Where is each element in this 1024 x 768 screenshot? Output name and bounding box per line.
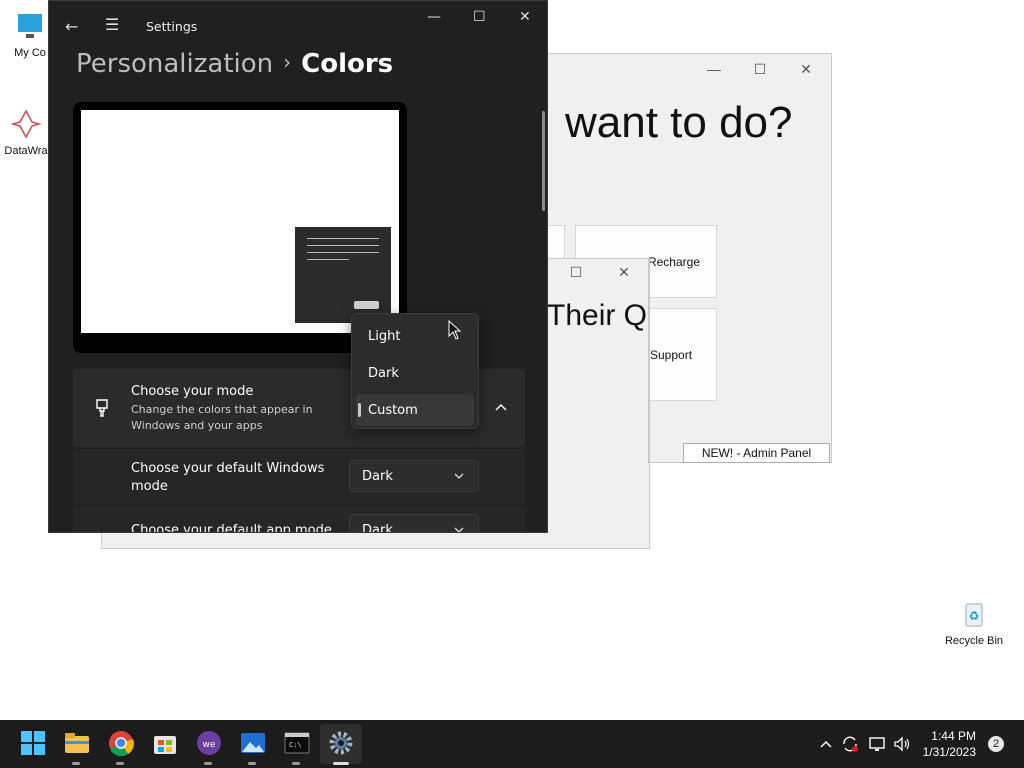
desktop-icon-recycle-bin[interactable]: ♻ Recycle Bin bbox=[942, 598, 1006, 647]
clock-date: 1/31/2023 bbox=[922, 745, 976, 759]
webex-icon[interactable]: we bbox=[196, 730, 222, 756]
chevron-up-icon[interactable] bbox=[816, 734, 836, 754]
chrome-icon[interactable] bbox=[108, 730, 134, 756]
choose-mode-subtitle: Change the colors that appear in Windows… bbox=[131, 403, 313, 432]
window-controls: ☐ ✕ bbox=[565, 259, 649, 285]
mode-option-dark[interactable]: Dark bbox=[356, 357, 474, 389]
minimize-icon[interactable]: — bbox=[427, 9, 441, 25]
back-arrow-icon[interactable]: ← bbox=[65, 17, 78, 36]
paint-brush-icon bbox=[96, 399, 108, 417]
breadcrumb-personalization[interactable]: Personalization bbox=[76, 49, 273, 79]
running-indicator bbox=[204, 762, 212, 765]
monitor-icon bbox=[18, 14, 42, 38]
preview-window bbox=[295, 227, 391, 323]
notification-badge[interactable]: 2 bbox=[988, 736, 1004, 752]
minimize-icon[interactable]: — bbox=[703, 61, 725, 77]
running-indicator bbox=[116, 762, 124, 765]
window-controls: — ☐ ✕ bbox=[703, 54, 831, 84]
close-icon[interactable]: ✕ bbox=[519, 9, 531, 25]
start-windows-icon[interactable] bbox=[20, 730, 46, 756]
terminal-icon[interactable]: C:\ bbox=[284, 730, 310, 756]
recycle-bin-icon: ♻ bbox=[965, 603, 983, 627]
windows-mode-title: Choose your default Windows mode bbox=[131, 461, 325, 494]
running-indicator bbox=[292, 762, 300, 765]
datawrapper-icon bbox=[10, 109, 42, 139]
close-icon[interactable]: ✕ bbox=[795, 61, 817, 78]
windows-mode-row: Choose your default Windows mode Dark bbox=[73, 449, 525, 504]
choose-mode-title: Choose your mode bbox=[131, 384, 254, 399]
mode-option-custom[interactable]: Custom bbox=[356, 394, 474, 426]
support-button[interactable]: Support bbox=[649, 308, 717, 401]
running-indicator bbox=[248, 762, 256, 765]
breadcrumb-separator: › bbox=[283, 50, 292, 74]
chevron-down-icon bbox=[454, 473, 464, 479]
windows-mode-value: Dark bbox=[362, 468, 393, 484]
maximize-icon[interactable]: ☐ bbox=[749, 61, 771, 78]
breadcrumb: Personalization › Colors bbox=[76, 49, 393, 79]
app-mode-title: Choose your default app mode bbox=[131, 523, 332, 533]
recharge-label: Recharge bbox=[647, 254, 700, 269]
maximize-icon[interactable]: ☐ bbox=[473, 9, 486, 25]
dialog-edge bbox=[648, 258, 649, 463]
running-indicator-active bbox=[333, 762, 349, 765]
hamburger-menu-icon[interactable]: ☰ bbox=[105, 15, 119, 34]
taskbar: we C:\ 1:44 PM 1/31/2023 2 bbox=[0, 720, 1024, 768]
mode-option-label: Light bbox=[368, 328, 401, 344]
chevron-down-icon bbox=[454, 527, 464, 532]
clock-time: 1:44 PM bbox=[931, 729, 976, 743]
mode-option-label: Dark bbox=[368, 365, 399, 381]
app-mode-value: Dark bbox=[362, 522, 393, 533]
settings-gear-icon[interactable] bbox=[328, 730, 354, 756]
system-clock[interactable]: 1:44 PM 1/31/2023 bbox=[923, 728, 976, 760]
windows-mode-dropdown[interactable]: Dark bbox=[349, 460, 479, 492]
mode-option-label: Custom bbox=[368, 402, 418, 418]
network-icon[interactable] bbox=[868, 734, 888, 754]
app-mode-row: Choose your default app mode Dark bbox=[73, 506, 525, 533]
support-label: Support bbox=[650, 347, 693, 362]
app-title: Settings bbox=[146, 19, 198, 34]
photos-icon[interactable] bbox=[240, 730, 266, 756]
scrollbar-thumb[interactable] bbox=[542, 111, 545, 211]
window-heading: want to do? bbox=[565, 98, 793, 147]
settings-window[interactable]: ← ☰ Settings — ☐ ✕ Personalization › Color… bbox=[48, 0, 548, 533]
close-icon[interactable]: ✕ bbox=[613, 264, 635, 281]
app-mode-dropdown[interactable]: Dark bbox=[349, 514, 479, 533]
desktop-icon-label: Recycle Bin bbox=[944, 635, 1004, 647]
store-icon[interactable] bbox=[152, 730, 178, 756]
svg-text:we: we bbox=[203, 740, 216, 750]
window-heading: Their Q bbox=[547, 299, 648, 332]
admin-panel-label: NEW! - Admin Panel bbox=[701, 446, 812, 460]
running-indicator bbox=[72, 762, 80, 765]
mouse-cursor-icon bbox=[448, 320, 462, 340]
chevron-up-icon[interactable] bbox=[493, 399, 509, 415]
page-title: Colors bbox=[301, 49, 394, 79]
svg-text:♻: ♻ bbox=[969, 609, 980, 623]
selection-indicator bbox=[358, 403, 361, 417]
sync-icon[interactable] bbox=[840, 734, 860, 754]
file-explorer-icon[interactable] bbox=[64, 730, 90, 756]
admin-panel-button[interactable]: NEW! - Admin Panel bbox=[683, 443, 830, 463]
volume-icon[interactable] bbox=[892, 734, 912, 754]
title-bar: ← ☰ Settings — ☐ ✕ bbox=[49, 1, 547, 51]
maximize-icon[interactable]: ☐ bbox=[565, 264, 587, 281]
svg-text:C:\: C:\ bbox=[289, 741, 302, 749]
